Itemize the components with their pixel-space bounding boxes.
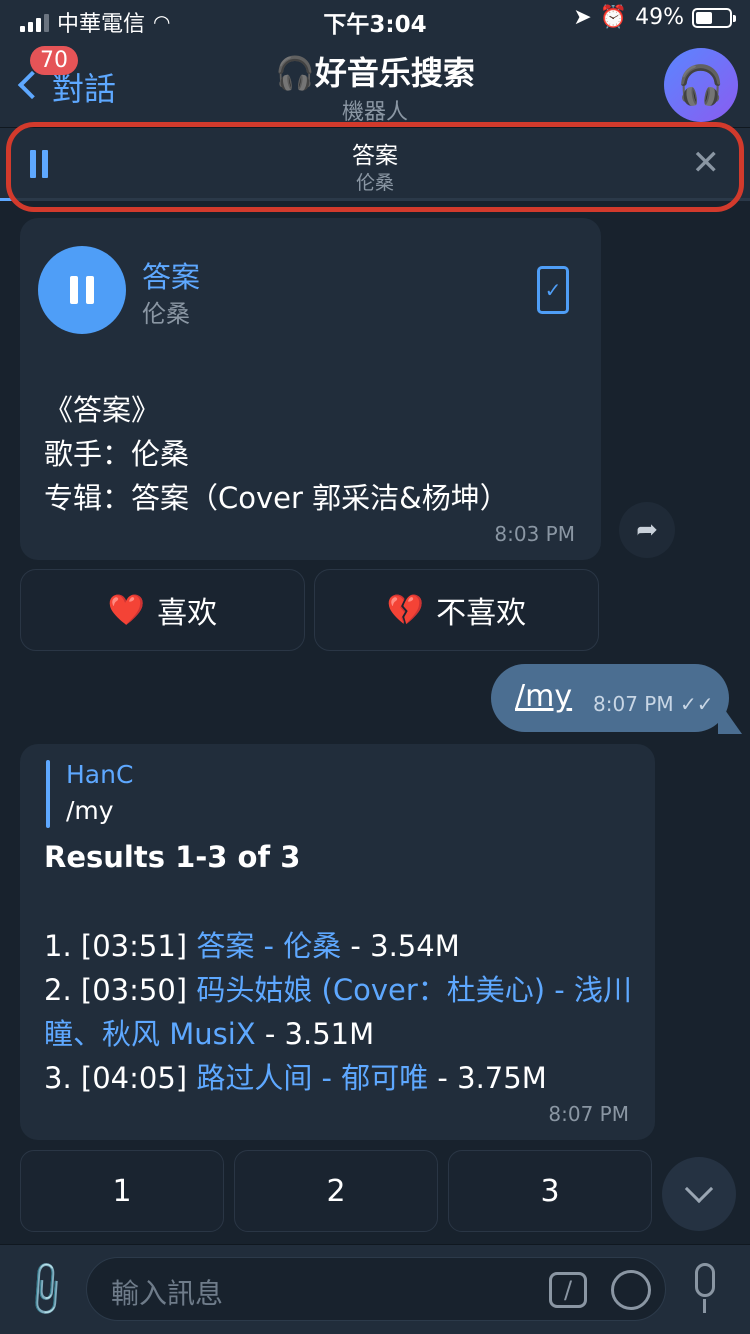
battery-icon [692,7,736,28]
dislike-button[interactable]: 💔 不喜欢 [314,569,599,651]
audio-track-artist: 伦桑 [142,300,190,328]
bot-avatar[interactable]: 🎧 [664,48,738,122]
input-bar: 📎 輸入訊息 / [0,1244,750,1334]
bubble-tail [718,700,742,734]
select-button-2[interactable]: 2 [234,1150,438,1232]
select-button-3[interactable]: 3 [448,1150,652,1232]
like-button[interactable]: ❤️ 喜欢 [20,569,305,651]
reply-author[interactable]: HanC [66,760,133,789]
chat-header: 對話 70 🎧好音乐搜索 機器人 🎧 [0,40,750,128]
sticker-icon[interactable] [611,1270,651,1310]
reply-text: /my [66,796,114,825]
heart-icon: ❤️ [107,592,146,628]
message-time: 8:07 PM [548,1102,629,1126]
player-artist: 伦桑 [355,172,394,194]
audio-message: 答案 伦桑 ✓ 《答案》 歌手：伦桑 专辑：答案（Cover 郭采洁&杨坤） 8… [20,218,601,560]
broken-heart-icon: 💔 [386,592,425,628]
chat-title-area[interactable]: 🎧好音乐搜索 機器人 [0,48,750,126]
share-icon[interactable]: ➦ [619,502,675,558]
battery-fill [696,11,712,24]
result-link[interactable]: 路过人间 - 郁可唯 [196,1061,428,1095]
results-list: 1. [03:51] 答案 - 伦桑 - 3.54M 2. [03:50] 码头… [44,924,644,1100]
command-link[interactable]: /my [515,679,572,714]
scroll-down-button[interactable] [662,1157,736,1231]
alarm-icon: ⏰ [599,5,628,30]
select-button-1[interactable]: 1 [20,1150,224,1232]
chat-title: 🎧好音乐搜索 [275,54,475,92]
message-time: 8:03 PM [494,522,575,546]
dislike-label: 不喜欢 [436,596,527,631]
chat-subtitle: 機器人 [341,100,408,125]
battery-label: 49% [635,5,684,30]
attach-icon[interactable]: 📎 [13,1257,79,1322]
message-placeholder: 輸入訊息 [111,1277,224,1310]
reply-indicator [46,760,50,828]
results-title: Results 1-3 of 3 [44,840,301,874]
outgoing-message: /my 8:07 PM ✓✓ [491,664,729,732]
message-time: 8:07 PM ✓✓ [593,692,713,716]
status-right: ➤ ⏰ 49% [573,5,736,30]
bot-commands-icon[interactable]: / [549,1272,587,1308]
outgoing-time: 8:07 PM [593,692,674,716]
audio-message-body: 《答案》 歌手：伦桑 专辑：答案（Cover 郭采洁&杨坤） [44,393,509,515]
saved-file-icon[interactable]: ✓ [537,266,569,314]
chevron-down-icon [684,1174,714,1204]
headphones-icon: 🎧 [677,62,725,107]
player-title: 答案 [352,143,398,169]
player-progress-fill [0,198,15,201]
audio-pause-button[interactable] [38,246,126,334]
microphone-icon[interactable] [690,1263,720,1315]
results-message: HanC /my Results 1-3 of 3 1. [03:51] 答案 … [20,744,655,1140]
message-input[interactable]: 輸入訊息 / [86,1257,666,1321]
player-progress [0,198,750,201]
list-item: 3. [04:05] 路过人间 - 郁可唯 - 3.75M [44,1061,547,1095]
audio-track-name: 答案 [142,260,201,294]
list-item: 1. [03:51] 答案 - 伦桑 - 3.54M [44,929,460,963]
list-item: 2. [03:50] 码头姑娘 (Cover：杜美心) - 浅川瞳、秋风 Mus… [44,973,632,1051]
mini-player[interactable]: 答案 伦桑 ✕ [0,128,750,200]
like-label: 喜欢 [157,596,218,631]
result-link[interactable]: 答案 - 伦桑 [196,929,341,963]
status-bar: 中華電信 ◠ 下午3:04 ➤ ⏰ 49% [0,0,750,40]
location-icon: ➤ [573,5,592,30]
double-check-icon: ✓✓ [679,692,714,716]
close-icon[interactable]: ✕ [692,146,721,180]
